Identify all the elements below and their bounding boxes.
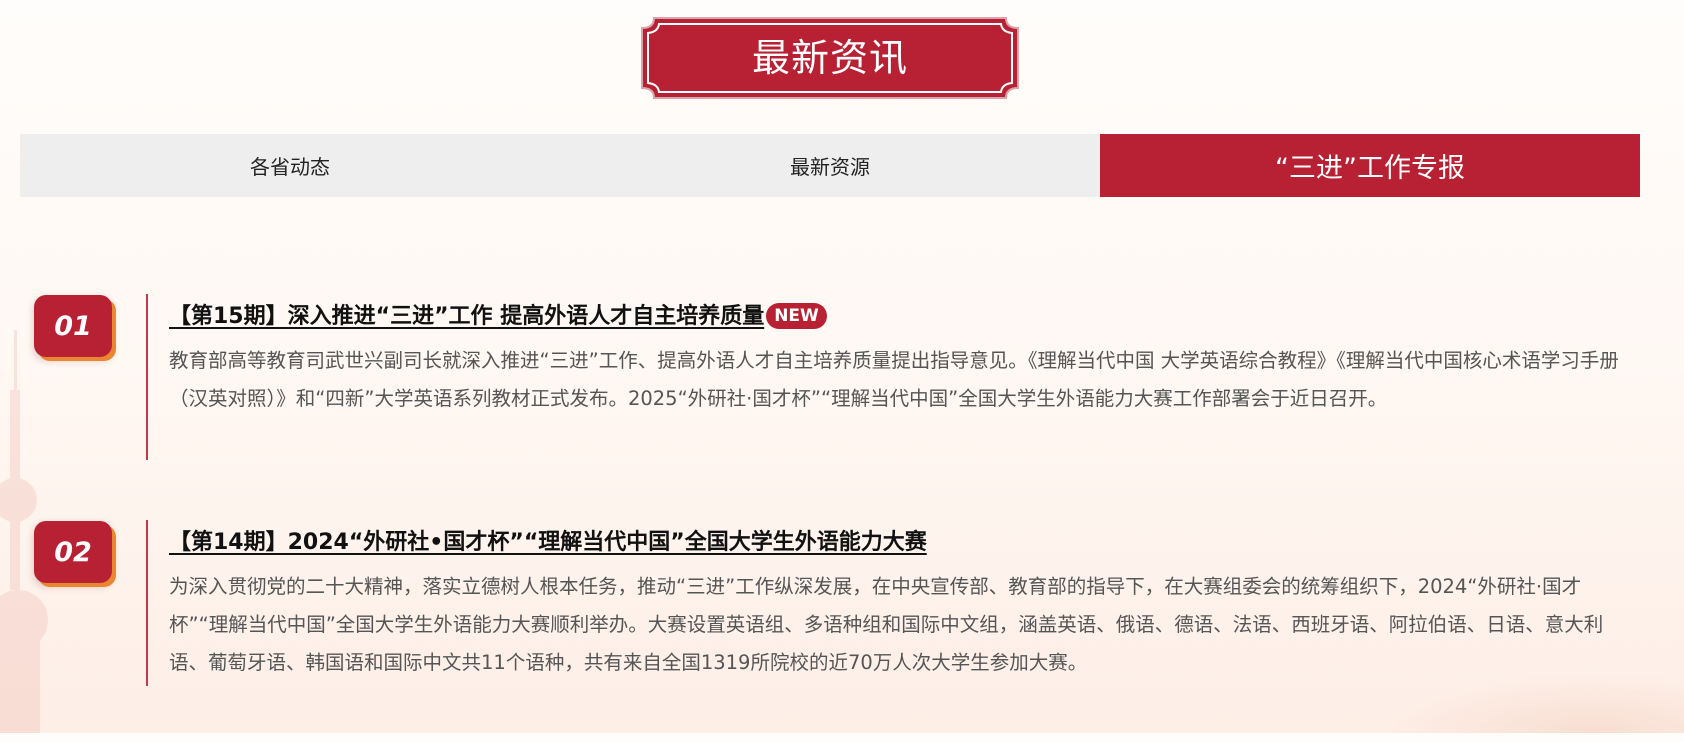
news-title-link[interactable]: 【第15期】深入推进“三进”工作 提高外语人才自主培养质量 NEW (169, 298, 827, 330)
new-badge: NEW (766, 303, 827, 329)
news-title-link[interactable]: 【第14期】2024“外研社•国才杯”“理解当代中国”全国大学生外语能力大赛 (169, 524, 927, 556)
news-item: 02 【第14期】2024“外研社•国才杯”“理解当代中国”全国大学生外语能力大… (0, 516, 1684, 742)
news-summary: 为深入贯彻党的二十大精神，落实立德树人根本任务，推动“三进”工作纵深发展，在中央… (169, 575, 1604, 674)
news-tabs: 各省动态 最新资源 “三进”工作专报 (20, 134, 1640, 197)
section-header: 最新资讯 (640, 16, 1020, 100)
news-item: 01 【第15期】深入推进“三进”工作 提高外语人才自主培养质量 NEW 教育部高… (0, 290, 1684, 516)
tab-latest-resources[interactable]: 最新资源 (560, 134, 1100, 197)
news-title-text: 【第15期】深入推进“三进”工作 提高外语人才自主培养质量 (169, 304, 765, 329)
vertical-divider (146, 520, 148, 686)
tab-sanjin-report[interactable]: “三进”工作专报 (1100, 134, 1640, 197)
news-summary: 教育部高等教育司武世兴副司长就深入推进“三进”工作、提高外语人才自主培养质量提出… (169, 349, 1619, 410)
news-list: 01 【第15期】深入推进“三进”工作 提高外语人才自主培养质量 NEW 教育部高… (0, 290, 1684, 742)
vertical-divider (146, 294, 148, 460)
tab-provincial-news[interactable]: 各省动态 (20, 134, 560, 197)
news-number-badge: 01 (34, 295, 112, 357)
news-title-text: 【第14期】2024“外研社•国才杯”“理解当代中国”全国大学生外语能力大赛 (169, 530, 927, 555)
section-title: 最新资讯 (751, 36, 908, 80)
news-number-badge: 02 (34, 521, 112, 583)
